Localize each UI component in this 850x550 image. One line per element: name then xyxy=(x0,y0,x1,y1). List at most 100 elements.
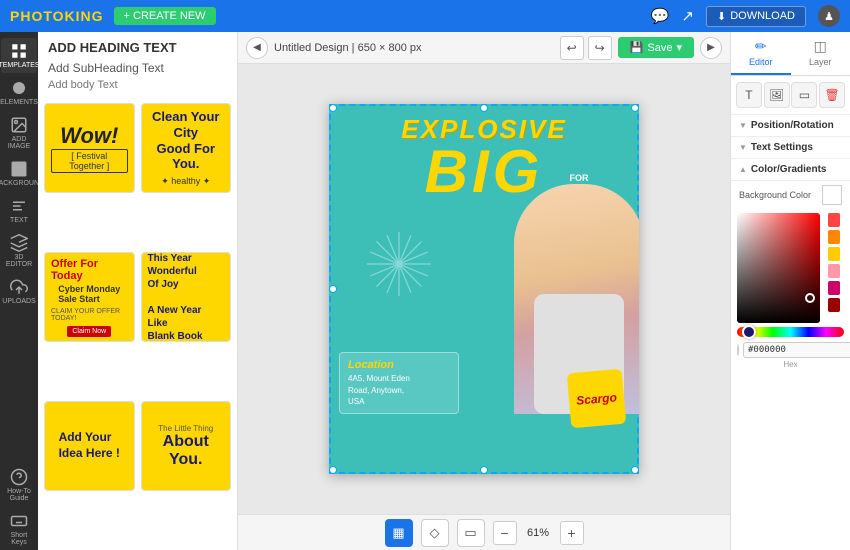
hue-bar[interactable] xyxy=(737,327,844,337)
sidebar-item-3d-editor[interactable]: 3D EDITOR xyxy=(1,230,37,272)
save-button[interactable]: 💾 Save ▾ xyxy=(618,37,694,58)
main-area: TEMPLATES ELEMENTS ADD IMAGE BACKGROUND … xyxy=(0,32,850,550)
color-picker-area: #000000 ▲ ▼ Hex xyxy=(731,209,850,550)
panel-section-text: ▼ Text Settings xyxy=(731,137,850,159)
zoom-in-button[interactable]: + xyxy=(560,521,584,545)
logo: PHOTOKING xyxy=(10,8,104,24)
about-you-text: About You. xyxy=(148,433,225,469)
sidebar-item-shortcuts[interactable]: Short Keys xyxy=(1,508,37,550)
template-card-about[interactable]: The Little Thing About You. xyxy=(141,401,232,491)
sidebar-item-how-to[interactable]: How-To Guide xyxy=(1,464,37,506)
panel-subheading: Add SubHeading Text xyxy=(38,59,237,77)
redo-button[interactable]: ↪ xyxy=(588,36,612,60)
swatch-orange[interactable] xyxy=(828,230,840,244)
hue-cursor[interactable] xyxy=(742,325,756,339)
grid-view-button[interactable]: ▦ xyxy=(385,519,413,547)
eraser-button[interactable]: ◇ xyxy=(421,519,449,547)
templates-grid: Wow! [ Festival Together ] Clean Your Ci… xyxy=(38,97,237,550)
position-rotation-toggle[interactable]: ▼ Position/Rotation xyxy=(739,120,842,131)
zoom-level: 61% xyxy=(521,527,556,539)
create-new-button[interactable]: + CREATE NEW xyxy=(114,7,216,25)
sidebar-item-label: 3D EDITOR xyxy=(3,254,35,268)
next-page-button[interactable]: ▶ xyxy=(700,37,722,59)
sidebar-item-text[interactable]: TEXT xyxy=(1,193,37,228)
resize-handle-tr[interactable] xyxy=(631,104,639,112)
panel-heading: ADD HEADING TEXT xyxy=(38,32,237,59)
location-address: 4A5, Mount EdenRoad, Anytown,USA xyxy=(348,373,450,407)
location-box: Location 4A5, Mount EdenRoad, Anytown,US… xyxy=(339,352,459,414)
text-settings-label: Text Settings xyxy=(751,142,813,153)
topbar: PHOTOKING + CREATE NEW 💬 ↗ ⬇ DOWNLOAD ♟ xyxy=(0,0,850,32)
tab-layer[interactable]: ◫ Layer xyxy=(791,32,850,75)
bg-color-label: Background Color xyxy=(739,190,811,200)
text-tool-button[interactable]: T xyxy=(736,82,762,108)
frame-button[interactable]: ▭ xyxy=(457,519,485,547)
burst-graphic xyxy=(359,224,439,304)
festival-text: [ Festival Together ] xyxy=(51,149,128,173)
clean-sub: ✦ healthy ✦ xyxy=(161,176,210,187)
swatch-red[interactable] xyxy=(828,213,840,227)
prev-page-button[interactable]: ◀ xyxy=(246,37,268,59)
template-card-year[interactable]: This YearWonderfulOf JoyA New Year LikeB… xyxy=(141,252,232,342)
resize-handle-bm[interactable] xyxy=(480,466,488,474)
undo-button[interactable]: ↩ xyxy=(560,36,584,60)
editor-icon: ✏ xyxy=(755,38,767,55)
tab-editor[interactable]: ✏ Editor xyxy=(731,32,791,75)
resize-handle-tm[interactable] xyxy=(480,104,488,112)
canvas-toolbar: ◀ Untitled Design | 650 × 800 px ↩ ↪ 💾 S… xyxy=(238,32,730,64)
hex-label: Hex xyxy=(737,360,844,369)
download-button[interactable]: ⬇ DOWNLOAD xyxy=(706,6,806,27)
image-tool-button[interactable]: 🖼 xyxy=(764,82,790,108)
sidebar-item-elements[interactable]: ELEMENTS xyxy=(1,75,37,110)
canvas-wrapper: EXPLOSIVE BIG FORGIRLSFASHION xyxy=(238,64,730,514)
topbar-right: 💬 ↗ ⬇ DOWNLOAD ♟ xyxy=(651,5,840,27)
resize-handle-tl[interactable] xyxy=(329,104,337,112)
text-settings-toggle[interactable]: ▼ Text Settings xyxy=(739,142,842,153)
offer-sub: Cyber MondaySale Start xyxy=(58,284,120,304)
chat-icon[interactable]: 💬 xyxy=(651,7,670,25)
swatch-yellow[interactable] xyxy=(828,247,840,261)
hex-row: #000000 ▲ ▼ xyxy=(737,342,844,358)
wow-text: Wow! xyxy=(60,123,118,149)
color-cursor[interactable] xyxy=(805,293,815,303)
color-gradients-toggle[interactable]: ▲ Color/Gradients xyxy=(739,164,842,175)
chevron-down-icon: ▼ xyxy=(739,121,747,130)
sidebar-item-label: ELEMENTS xyxy=(0,99,38,106)
resize-handle-br[interactable] xyxy=(631,466,639,474)
panel-tools: T 🖼 ▭ 🗑 xyxy=(731,76,850,115)
hex-input[interactable]: #000000 xyxy=(743,342,850,358)
swatch-pink[interactable] xyxy=(828,264,840,278)
position-rotation-label: Position/Rotation xyxy=(751,120,834,131)
right-panel: ✏ Editor ◫ Layer T 🖼 ▭ 🗑 ▼ Position/Rota… xyxy=(730,32,850,550)
zoom-out-button[interactable]: − xyxy=(493,521,517,545)
sidebar-item-background[interactable]: BACKGROUND xyxy=(1,156,37,191)
share-icon[interactable]: ↗ xyxy=(681,7,694,25)
design-canvas[interactable]: EXPLOSIVE BIG FORGIRLSFASHION xyxy=(329,104,639,474)
delete-tool-button[interactable]: 🗑 xyxy=(819,82,845,108)
shape-tool-button[interactable]: ▭ xyxy=(791,82,817,108)
template-card-clean[interactable]: Clean Your CityGood For You. ✦ healthy ✦ xyxy=(141,103,232,193)
sidebar-item-label: Short Keys xyxy=(3,532,35,546)
template-card-add[interactable]: Add YourIdea Here ! xyxy=(44,401,135,491)
sidebar-item-templates[interactable]: TEMPLATES xyxy=(1,38,37,73)
templates-panel: ADD HEADING TEXT Add SubHeading Text Add… xyxy=(38,32,238,550)
sidebar-item-label: ADD IMAGE xyxy=(3,136,35,150)
avatar[interactable]: ♟ xyxy=(818,5,840,27)
sidebar-item-label: How-To Guide xyxy=(3,488,35,502)
layer-icon: ◫ xyxy=(814,38,827,55)
swatch-magenta[interactable] xyxy=(828,281,840,295)
sidebar-item-label: TEMPLATES xyxy=(0,62,40,69)
sidebar-item-uploads[interactable]: UPLOADS xyxy=(1,274,37,309)
swatch-darkred[interactable] xyxy=(828,298,840,312)
template-card-wow[interactable]: Wow! [ Festival Together ] xyxy=(44,103,135,193)
chevron-up-icon: ▲ xyxy=(739,165,747,174)
color-gradient-picker[interactable] xyxy=(737,213,820,323)
resize-handle-ml[interactable] xyxy=(329,285,337,293)
bg-color-swatch[interactable] xyxy=(822,185,842,205)
template-card-offer[interactable]: Offer For Today Cyber MondaySale Start C… xyxy=(44,252,135,342)
tab-editor-label: Editor xyxy=(749,57,773,67)
sidebar-item-add-image[interactable]: ADD IMAGE xyxy=(1,112,37,154)
left-sidebar: TEMPLATES ELEMENTS ADD IMAGE BACKGROUND … xyxy=(0,32,38,550)
brand-badge: Scargo xyxy=(567,369,627,429)
resize-handle-bl[interactable] xyxy=(329,466,337,474)
